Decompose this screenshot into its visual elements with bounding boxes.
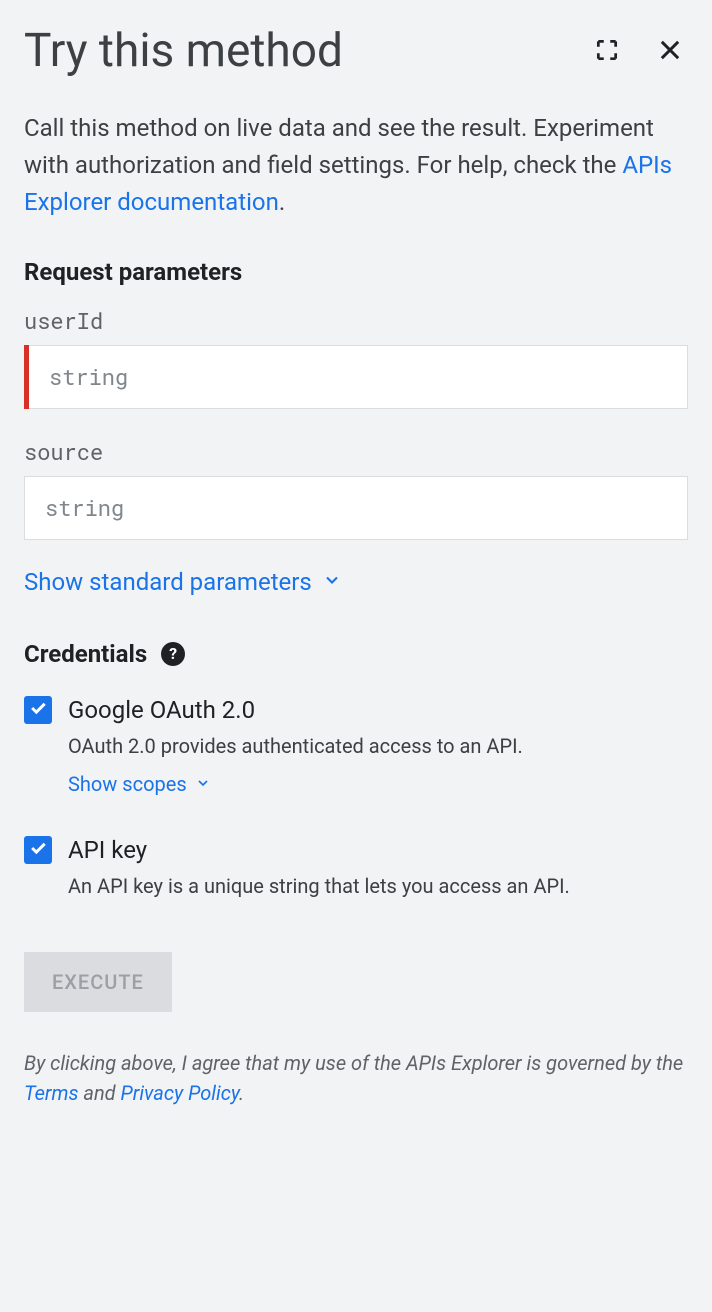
disclaimer-before: By clicking above, I agree that my use o… [24, 1051, 683, 1075]
panel-title: Try this method [24, 24, 343, 78]
show-standard-params-toggle[interactable]: Show standard parameters [24, 568, 342, 596]
show-scopes-toggle[interactable]: Show scopes [68, 772, 211, 796]
apikey-row: API key [24, 836, 688, 864]
param-source: source [24, 437, 688, 540]
userId-input[interactable] [24, 345, 688, 409]
execute-button[interactable]: EXECUTE [24, 952, 172, 1012]
intro-after: . [279, 188, 285, 216]
help-icon[interactable]: ? [161, 642, 185, 666]
apikey-label: API key [68, 836, 147, 864]
request-params-heading: Request parameters [24, 258, 688, 286]
fullscreen-button[interactable] [590, 33, 624, 70]
credentials-header: Credentials ? [24, 640, 688, 668]
oauth-label: Google OAuth 2.0 [68, 696, 255, 724]
chevron-down-icon [322, 568, 342, 596]
credential-oauth: Google OAuth 2.0 OAuth 2.0 provides auth… [24, 696, 688, 828]
credential-apikey: API key An API key is a unique string th… [24, 836, 688, 898]
userId-label: userId [24, 306, 688, 335]
apikey-description: An API key is a unique string that lets … [68, 874, 688, 898]
intro-before: Call this method on live data and see th… [24, 114, 654, 179]
fullscreen-icon [594, 37, 620, 66]
required-indicator [24, 345, 29, 409]
disclaimer-and: and [78, 1081, 120, 1105]
check-icon [28, 698, 48, 722]
try-method-panel: Try this method [0, 0, 712, 1132]
chevron-down-icon [195, 772, 211, 796]
oauth-checkbox[interactable] [24, 696, 52, 724]
source-input-wrap [24, 476, 688, 540]
disclaimer: By clicking above, I agree that my use o… [24, 1048, 688, 1108]
privacy-link[interactable]: Privacy Policy [121, 1081, 239, 1105]
source-label: source [24, 437, 688, 466]
oauth-row: Google OAuth 2.0 [24, 696, 688, 724]
check-icon [28, 838, 48, 862]
close-button[interactable] [652, 32, 688, 71]
disclaimer-after: . [239, 1081, 244, 1105]
close-icon [656, 36, 684, 67]
show-scopes-label: Show scopes [68, 772, 187, 796]
terms-link[interactable]: Terms [24, 1081, 78, 1105]
oauth-description: OAuth 2.0 provides authenticated access … [68, 734, 688, 758]
intro-text: Call this method on live data and see th… [24, 110, 688, 222]
credentials-heading: Credentials [24, 640, 147, 668]
show-standard-params-label: Show standard parameters [24, 568, 312, 596]
source-input[interactable] [24, 476, 688, 540]
header-icons [590, 32, 688, 71]
userId-input-wrap [24, 345, 688, 409]
header-row: Try this method [24, 24, 688, 78]
param-userId: userId [24, 306, 688, 409]
apikey-checkbox[interactable] [24, 836, 52, 864]
